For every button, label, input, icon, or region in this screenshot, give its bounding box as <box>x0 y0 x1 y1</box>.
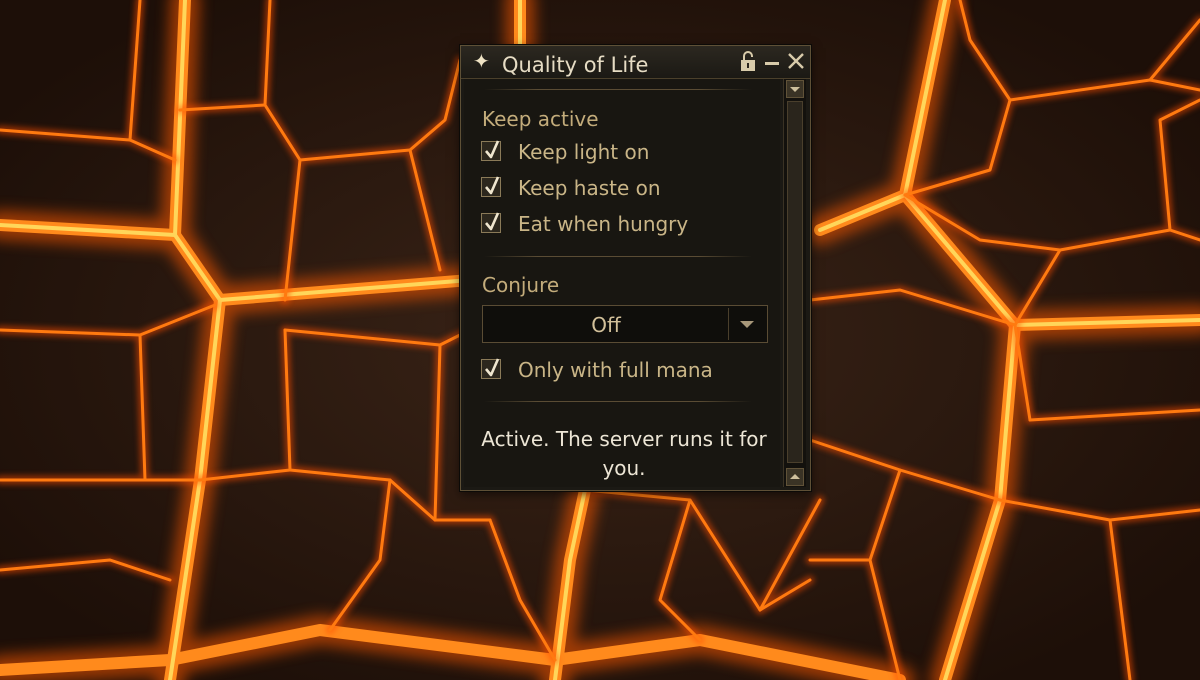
quality-of-life-window[interactable]: ✦ Quality of Life Keep active Keep light… <box>460 45 811 491</box>
checkmark-icon <box>485 176 500 195</box>
keep-active-heading: Keep active <box>482 107 599 131</box>
window-titlebar[interactable]: ✦ Quality of Life <box>461 46 810 79</box>
eat-when-hungry-checkbox[interactable] <box>481 212 501 233</box>
only-with-full-mana-label: Only with full mana <box>518 358 713 382</box>
keep-haste-on-label: Keep haste on <box>518 176 661 200</box>
top-divider <box>484 89 752 90</box>
close-icon[interactable] <box>787 52 805 70</box>
sparkle-icon: ✦ <box>473 49 490 73</box>
keep-haste-on-checkbox[interactable] <box>481 176 501 197</box>
scroll-down-button[interactable] <box>786 468 804 486</box>
chevron-down-icon <box>790 87 800 92</box>
keep-light-on-checkbox[interactable] <box>481 140 501 161</box>
window-title: Quality of Life <box>502 53 649 77</box>
scroll-up-button[interactable] <box>786 80 804 98</box>
chevron-up-icon <box>790 474 800 479</box>
checkmark-icon <box>485 140 500 159</box>
checkmark-icon <box>485 212 500 231</box>
conjure-heading: Conjure <box>482 273 560 297</box>
minimize-icon[interactable] <box>764 56 780 70</box>
conjure-dropdown[interactable]: Off <box>482 305 768 343</box>
scrollbar-track[interactable] <box>787 101 803 463</box>
keep-light-on-label: Keep light on <box>518 140 650 164</box>
status-message: Active. The server runs it for you. <box>481 427 767 480</box>
checkmark-icon <box>485 358 500 377</box>
chevron-down-icon[interactable] <box>737 316 757 332</box>
game-scene: ✦ Quality of Life Keep active Keep light… <box>0 0 1200 680</box>
section-divider <box>484 256 752 257</box>
unlocked-padlock-icon[interactable] <box>740 50 756 72</box>
dropdown-separator <box>728 308 729 340</box>
status-divider <box>484 401 752 402</box>
vertical-scrollbar[interactable] <box>783 79 806 487</box>
only-with-full-mana-checkbox[interactable] <box>481 358 501 379</box>
window-content: Keep active Keep light on Keep haste on <box>464 79 780 487</box>
eat-when-hungry-label: Eat when hungry <box>518 212 689 236</box>
conjure-selected-value: Off <box>591 313 621 337</box>
